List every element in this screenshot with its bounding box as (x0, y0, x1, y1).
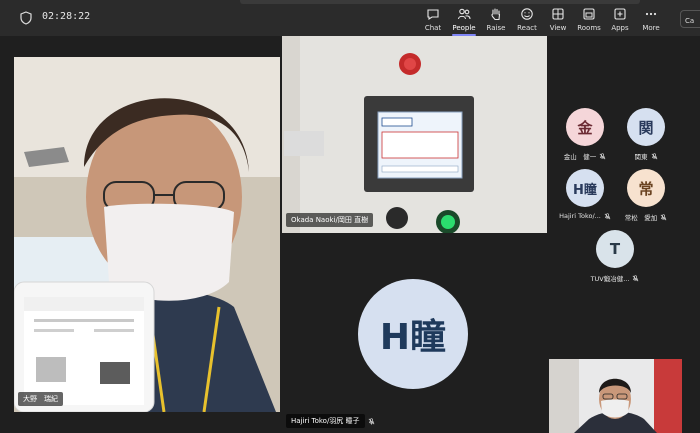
chat-button[interactable]: Chat (418, 4, 448, 34)
more-button[interactable]: More (636, 4, 666, 34)
meeting-timer: 02:28:22 (42, 11, 91, 22)
mic-off-icon (599, 152, 606, 159)
participant-avatar: H瞳 (566, 169, 604, 207)
participant-avatar: 関 (627, 108, 665, 146)
react-icon (521, 8, 533, 20)
react-button[interactable]: React (512, 4, 542, 34)
video-frame-left (14, 57, 280, 412)
people-icon (457, 8, 471, 20)
leave-button[interactable]: Ca (680, 10, 700, 28)
participant-avatar-item[interactable]: H瞳 Hajiri Toko/... (550, 169, 620, 220)
shield-icon (20, 11, 32, 25)
mic-off-icon (660, 213, 667, 220)
self-view-frame (549, 359, 682, 433)
participant-avatar-item[interactable]: 常 常松 愛加 (611, 169, 681, 222)
mic-off-icon (633, 274, 639, 281)
video-tile-center[interactable]: Okada Naoki/岡田 直樹 (282, 36, 547, 233)
participant-avatar-item[interactable]: T TUV鍛冶健... (580, 230, 650, 283)
participant-avatar: 常 (627, 169, 665, 207)
mic-off-icon (651, 152, 657, 159)
participant-name: Hajiri Toko/... (559, 212, 601, 220)
participant-avatar-item[interactable]: 金 金山 健一 (550, 108, 620, 161)
apps-icon (614, 8, 626, 20)
participant-avatar: 金 (566, 108, 604, 146)
view-icon (552, 8, 564, 20)
view-button[interactable]: View (543, 4, 573, 34)
avatar-tile-center[interactable]: H瞳 Hajiri Toko/羽尻 瞳子 (282, 235, 547, 432)
participant-name: TUV鍛冶健... (590, 275, 630, 283)
raise-hand-icon (491, 8, 501, 21)
participant-name: 関東 (634, 153, 648, 161)
mic-off-icon (604, 212, 611, 219)
meeting-toolbar: 02:28:22 Chat People Raise React View Ro… (0, 0, 700, 36)
participant-avatar-item[interactable]: 関 関東 (611, 108, 681, 161)
rooms-button[interactable]: Rooms (574, 4, 604, 34)
participant-name-row: Hajiri Toko/羽尻 瞳子 (286, 414, 375, 428)
participant-name-tag: Hajiri Toko/羽尻 瞳子 (286, 414, 365, 428)
apps-button[interactable]: Apps (605, 4, 635, 34)
participant-name: 金山 健一 (563, 153, 597, 161)
more-icon (645, 12, 657, 16)
participant-name-tag: Okada Naoki/岡田 直樹 (286, 213, 374, 227)
participant-avatar: T (596, 230, 634, 268)
participant-name-tag: 大野 瑞紀 (18, 392, 63, 406)
raise-hand-button[interactable]: Raise (481, 4, 511, 34)
self-view-tile[interactable] (549, 359, 682, 433)
video-frame-center (282, 36, 547, 233)
participant-name: 常松 愛加 (624, 214, 658, 222)
rooms-icon (583, 8, 595, 20)
participant-avatar-large: H瞳 (358, 279, 468, 389)
video-tile-left[interactable]: 大野 瑞紀 (14, 57, 280, 412)
chat-icon (427, 9, 439, 21)
mic-off-icon (368, 417, 374, 425)
meeting-stage: 大野 瑞紀 Okada Naoki/岡田 直樹 H瞳 Hajiri Toko/羽… (0, 36, 700, 433)
people-button[interactable]: People (449, 4, 479, 36)
